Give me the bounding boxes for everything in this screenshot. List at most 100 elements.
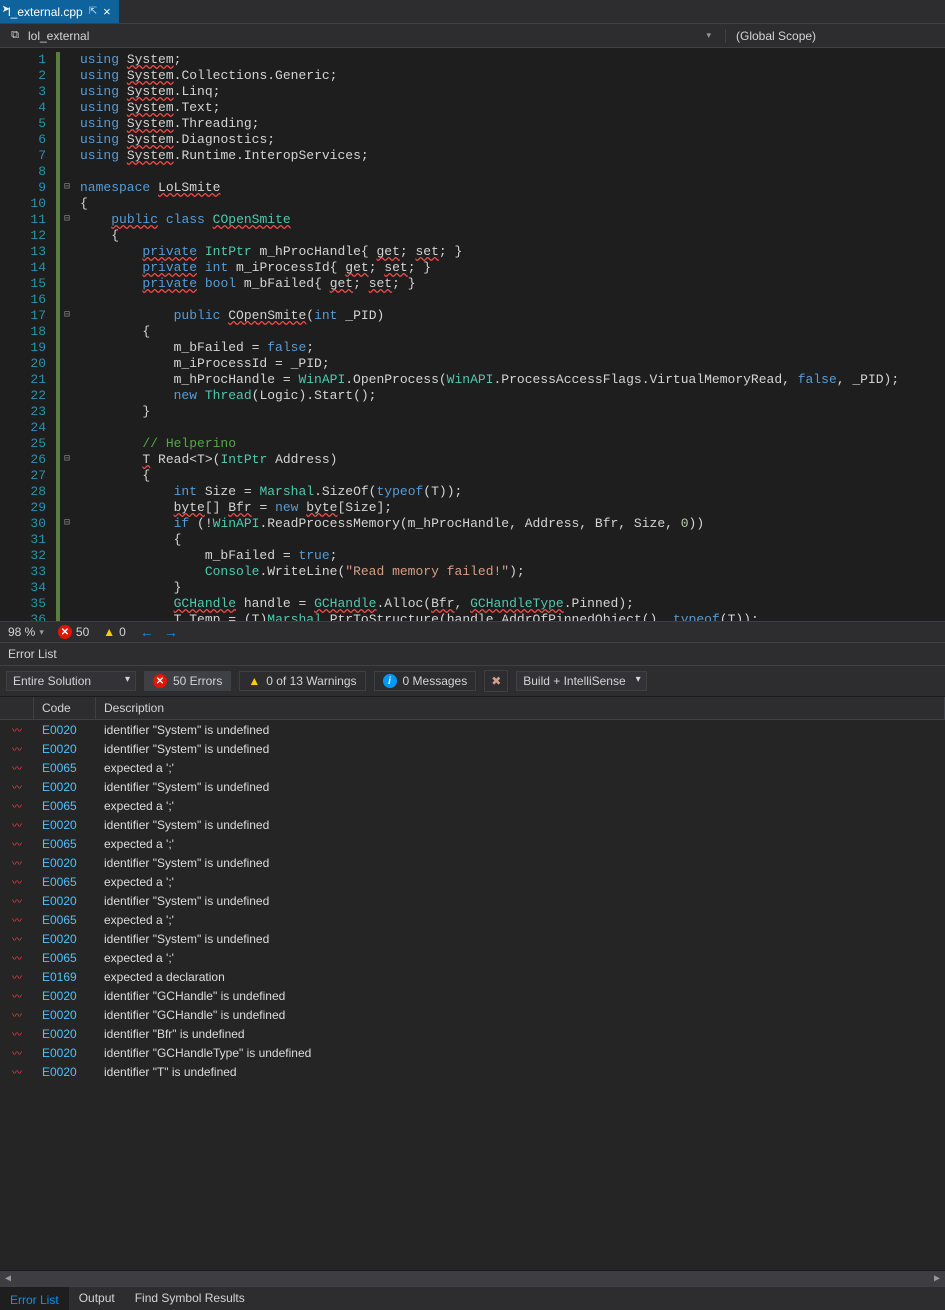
error-code: E0020 [34,1046,96,1060]
error-code: E0020 [34,723,96,737]
code-editor[interactable]: 1234567891011121314151617181920212223242… [0,48,945,621]
error-row-icon: 〰 [0,874,34,889]
file-tab[interactable]: l_external.cpp ⇱ × [0,0,119,23]
table-row[interactable]: 〰E0020identifier "System" is undefined [0,891,945,910]
error-code: E0020 [34,932,96,946]
warning-count[interactable]: ▲ 0 [103,625,126,639]
tab-error-list[interactable]: Error List [0,1287,69,1310]
table-header: Code Description [0,697,945,720]
document-tab-bar: l_external.cpp ⇱ × [0,0,945,24]
error-code: E0169 [34,970,96,984]
error-description: identifier "System" is undefined [96,818,945,832]
tab-output[interactable]: Output [69,1287,125,1310]
error-row-icon: 〰 [0,741,34,756]
error-description: identifier "GCHandleType" is undefined [96,1046,945,1060]
error-row-icon: 〰 [0,912,34,927]
project-icon: ⧉ [8,29,22,43]
table-row[interactable]: 〰E0065expected a ';' [0,834,945,853]
error-row-icon: 〰 [0,950,34,965]
scope-combo[interactable]: (Global Scope) [725,29,945,43]
error-code: E0065 [34,799,96,813]
scroll-left-icon[interactable]: ◀ [0,1271,16,1287]
build-intellisense-combo[interactable]: Build + IntelliSense [516,671,646,691]
warning-icon: ▲ [103,625,115,639]
error-code: E0020 [34,1027,96,1041]
table-row[interactable]: 〰E0020identifier "Bfr" is undefined [0,1024,945,1043]
error-description: identifier "GCHandle" is undefined [96,989,945,1003]
error-row-icon: 〰 [0,779,34,794]
error-row-icon: 〰 [0,1026,34,1041]
col-icon[interactable] [0,697,34,719]
nav-forward-icon[interactable]: → [164,624,178,640]
error-code: E0020 [34,894,96,908]
table-row[interactable]: 〰E0065expected a ';' [0,948,945,967]
error-description: expected a ';' [96,875,945,889]
error-description: identifier "Bfr" is undefined [96,1027,945,1041]
error-row-icon: 〰 [0,836,34,851]
messages-filter-button[interactable]: i 0 Messages [374,671,477,691]
editor-status-bar: 98 % ▾ ✕ 50 ▲ 0 ← → [0,621,945,643]
file-tab-label: l_external.cpp [8,5,83,19]
error-row-icon: 〰 [0,988,34,1003]
error-code: E0065 [34,913,96,927]
table-row[interactable]: 〰E0065expected a ';' [0,758,945,777]
table-row[interactable]: 〰E0020identifier "GCHandleType" is undef… [0,1043,945,1062]
error-description: identifier "System" is undefined [96,856,945,870]
table-row[interactable]: 〰E0020identifier "GCHandle" is undefined [0,986,945,1005]
error-description: identifier "System" is undefined [96,780,945,794]
table-row[interactable]: 〰E0065expected a ';' [0,872,945,891]
table-row[interactable]: 〰E0020identifier "System" is undefined [0,929,945,948]
nav-back-icon[interactable]: ← [140,624,154,640]
scope-label: (Global Scope) [736,29,816,43]
error-list-table[interactable]: Code Description 〰E0020identifier "Syste… [0,697,945,1270]
error-description: expected a ';' [96,913,945,927]
error-code: E0065 [34,837,96,851]
outlining-margin[interactable]: ⊟⊟⊟⊟⊟⊟ [60,48,74,621]
table-row[interactable]: 〰E0020identifier "System" is undefined [0,720,945,739]
table-row[interactable]: 〰E0020identifier "System" is undefined [0,853,945,872]
error-description: identifier "System" is undefined [96,894,945,908]
error-count[interactable]: ✕ 50 [58,625,89,639]
close-icon[interactable]: × [103,4,111,19]
error-description: identifier "System" is undefined [96,723,945,737]
table-row[interactable]: 〰E0065expected a ';' [0,796,945,815]
error-description: identifier "T" is undefined [96,1065,945,1079]
error-description: identifier "System" is undefined [96,742,945,756]
table-row[interactable]: 〰E0020identifier "GCHandle" is undefined [0,1005,945,1024]
error-code: E0065 [34,761,96,775]
zoom-combo[interactable]: 98 % ▾ [8,625,44,639]
col-code[interactable]: Code [34,697,96,719]
table-row[interactable]: 〰E0169expected a declaration [0,967,945,986]
table-row[interactable]: 〰E0020identifier "System" is undefined [0,777,945,796]
error-code: E0020 [34,818,96,832]
error-description: expected a ';' [96,799,945,813]
error-list-toolbar: Entire Solution ✕ 50 Errors ▲ 0 of 13 Wa… [0,666,945,697]
error-description: identifier "System" is undefined [96,932,945,946]
error-description: expected a declaration [96,970,945,984]
scroll-right-icon[interactable]: ▶ [929,1271,945,1287]
table-row[interactable]: 〰E0020identifier "T" is undefined [0,1062,945,1081]
error-row-icon: 〰 [0,760,34,775]
error-row-icon: 〰 [0,969,34,984]
table-row[interactable]: 〰E0065expected a ';' [0,910,945,929]
warnings-filter-button[interactable]: ▲ 0 of 13 Warnings [239,671,365,691]
pin-icon[interactable]: ⇱ [89,6,97,17]
clear-filter-button[interactable]: ✖ [484,670,508,692]
error-row-icon: 〰 [0,931,34,946]
table-row[interactable]: 〰E0020identifier "System" is undefined [0,815,945,834]
solution-scope-combo[interactable]: Entire Solution [6,671,136,691]
error-row-icon: 〰 [0,817,34,832]
error-row-icon: 〰 [0,855,34,870]
code-content[interactable]: using System;using System.Collections.Ge… [74,48,945,621]
errors-filter-button[interactable]: ✕ 50 Errors [144,671,231,691]
error-description: expected a ';' [96,951,945,965]
error-description: identifier "GCHandle" is undefined [96,1008,945,1022]
error-row-icon: 〰 [0,1045,34,1060]
table-row[interactable]: 〰E0020identifier "System" is undefined [0,739,945,758]
col-description[interactable]: Description [96,697,945,719]
project-combo[interactable]: lol_external ▾ [28,29,717,43]
error-code: E0020 [34,989,96,1003]
horizontal-scrollbar[interactable]: ◀ ▶ [0,1270,945,1286]
error-code: E0065 [34,951,96,965]
tab-find-symbol[interactable]: Find Symbol Results [125,1287,255,1310]
